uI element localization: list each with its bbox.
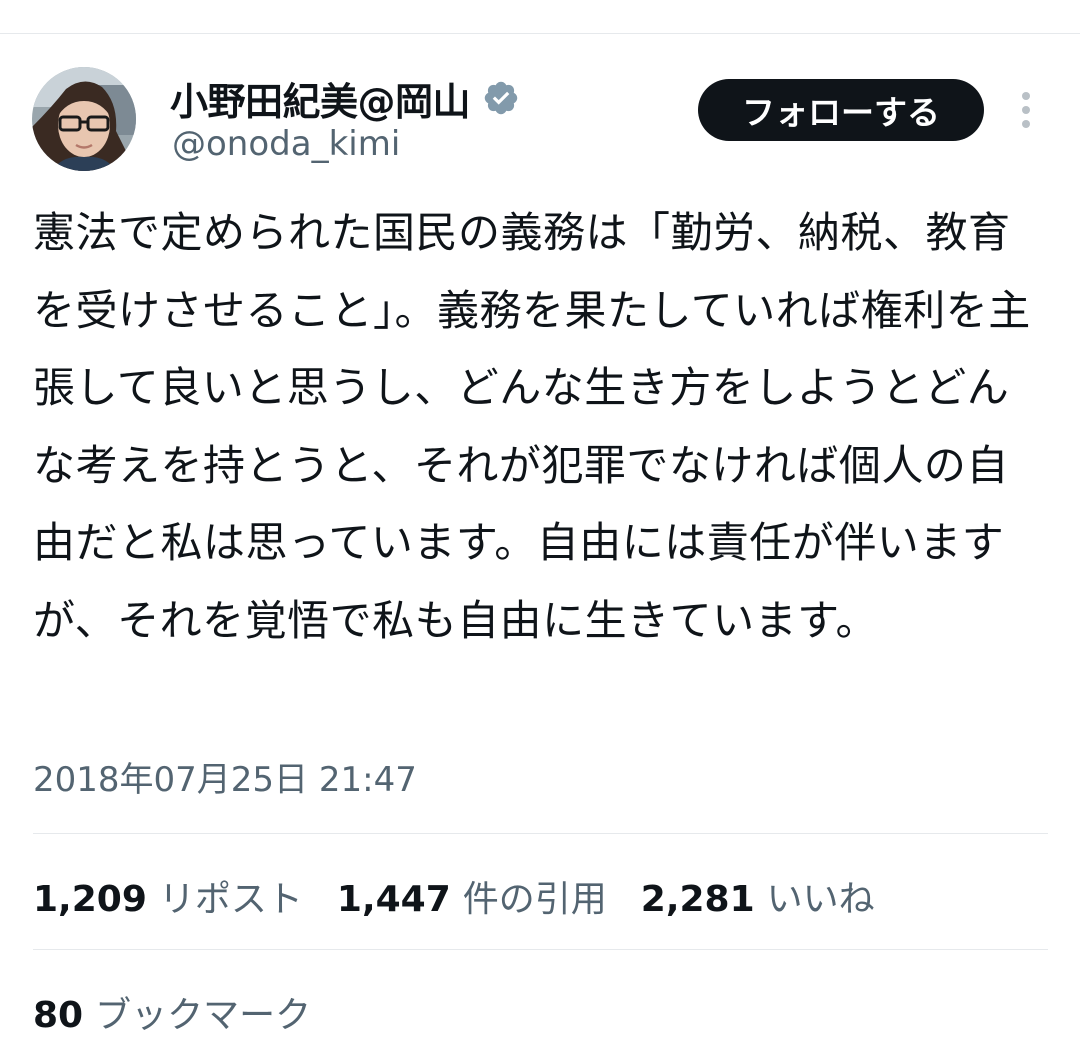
author-name-row[interactable]: 小野田紀美@岡山 <box>170 72 520 124</box>
quote-stat[interactable]: 1,447 件の引用 <box>337 870 607 922</box>
bookmark-count: 80 <box>33 995 84 1036</box>
repost-stat[interactable]: 1,209 リポスト <box>33 870 303 922</box>
more-vertical-icon[interactable] <box>1010 88 1042 132</box>
repost-label: リポスト <box>158 879 303 920</box>
bookmark-stat[interactable]: 80 ブックマーク <box>33 986 311 1038</box>
divider <box>33 949 1048 950</box>
bookmark-stat-row: 80 ブックマーク <box>33 984 345 1040</box>
like-stat[interactable]: 2,281 いいね <box>641 870 875 922</box>
engagement-stats: 1,209 リポスト 1,447 件の引用 2,281 いいね <box>33 868 909 924</box>
bookmark-label: ブックマーク <box>95 995 312 1036</box>
follow-button[interactable]: フォローする <box>698 79 984 141</box>
repost-count: 1,209 <box>33 879 147 920</box>
quote-label: 件の引用 <box>462 879 607 920</box>
avatar[interactable] <box>32 67 136 171</box>
tweet-timestamp[interactable]: 2018年07月25日 21:47 <box>33 752 417 801</box>
verified-badge-icon <box>482 79 520 117</box>
like-label: いいね <box>766 879 875 920</box>
avatar-image <box>32 67 136 171</box>
display-name[interactable]: 小野田紀美@岡山 <box>170 71 471 126</box>
tweet-text: 憲法で定められた国民の義務は「勤労、納税、教育を受けさせること」。義務を果たして… <box>33 208 1031 645</box>
author-handle[interactable]: @onoda_kimi <box>172 124 400 164</box>
divider <box>33 833 1048 834</box>
like-count: 2,281 <box>640 879 755 920</box>
top-divider <box>0 33 1080 34</box>
quote-count: 1,447 <box>336 879 451 920</box>
